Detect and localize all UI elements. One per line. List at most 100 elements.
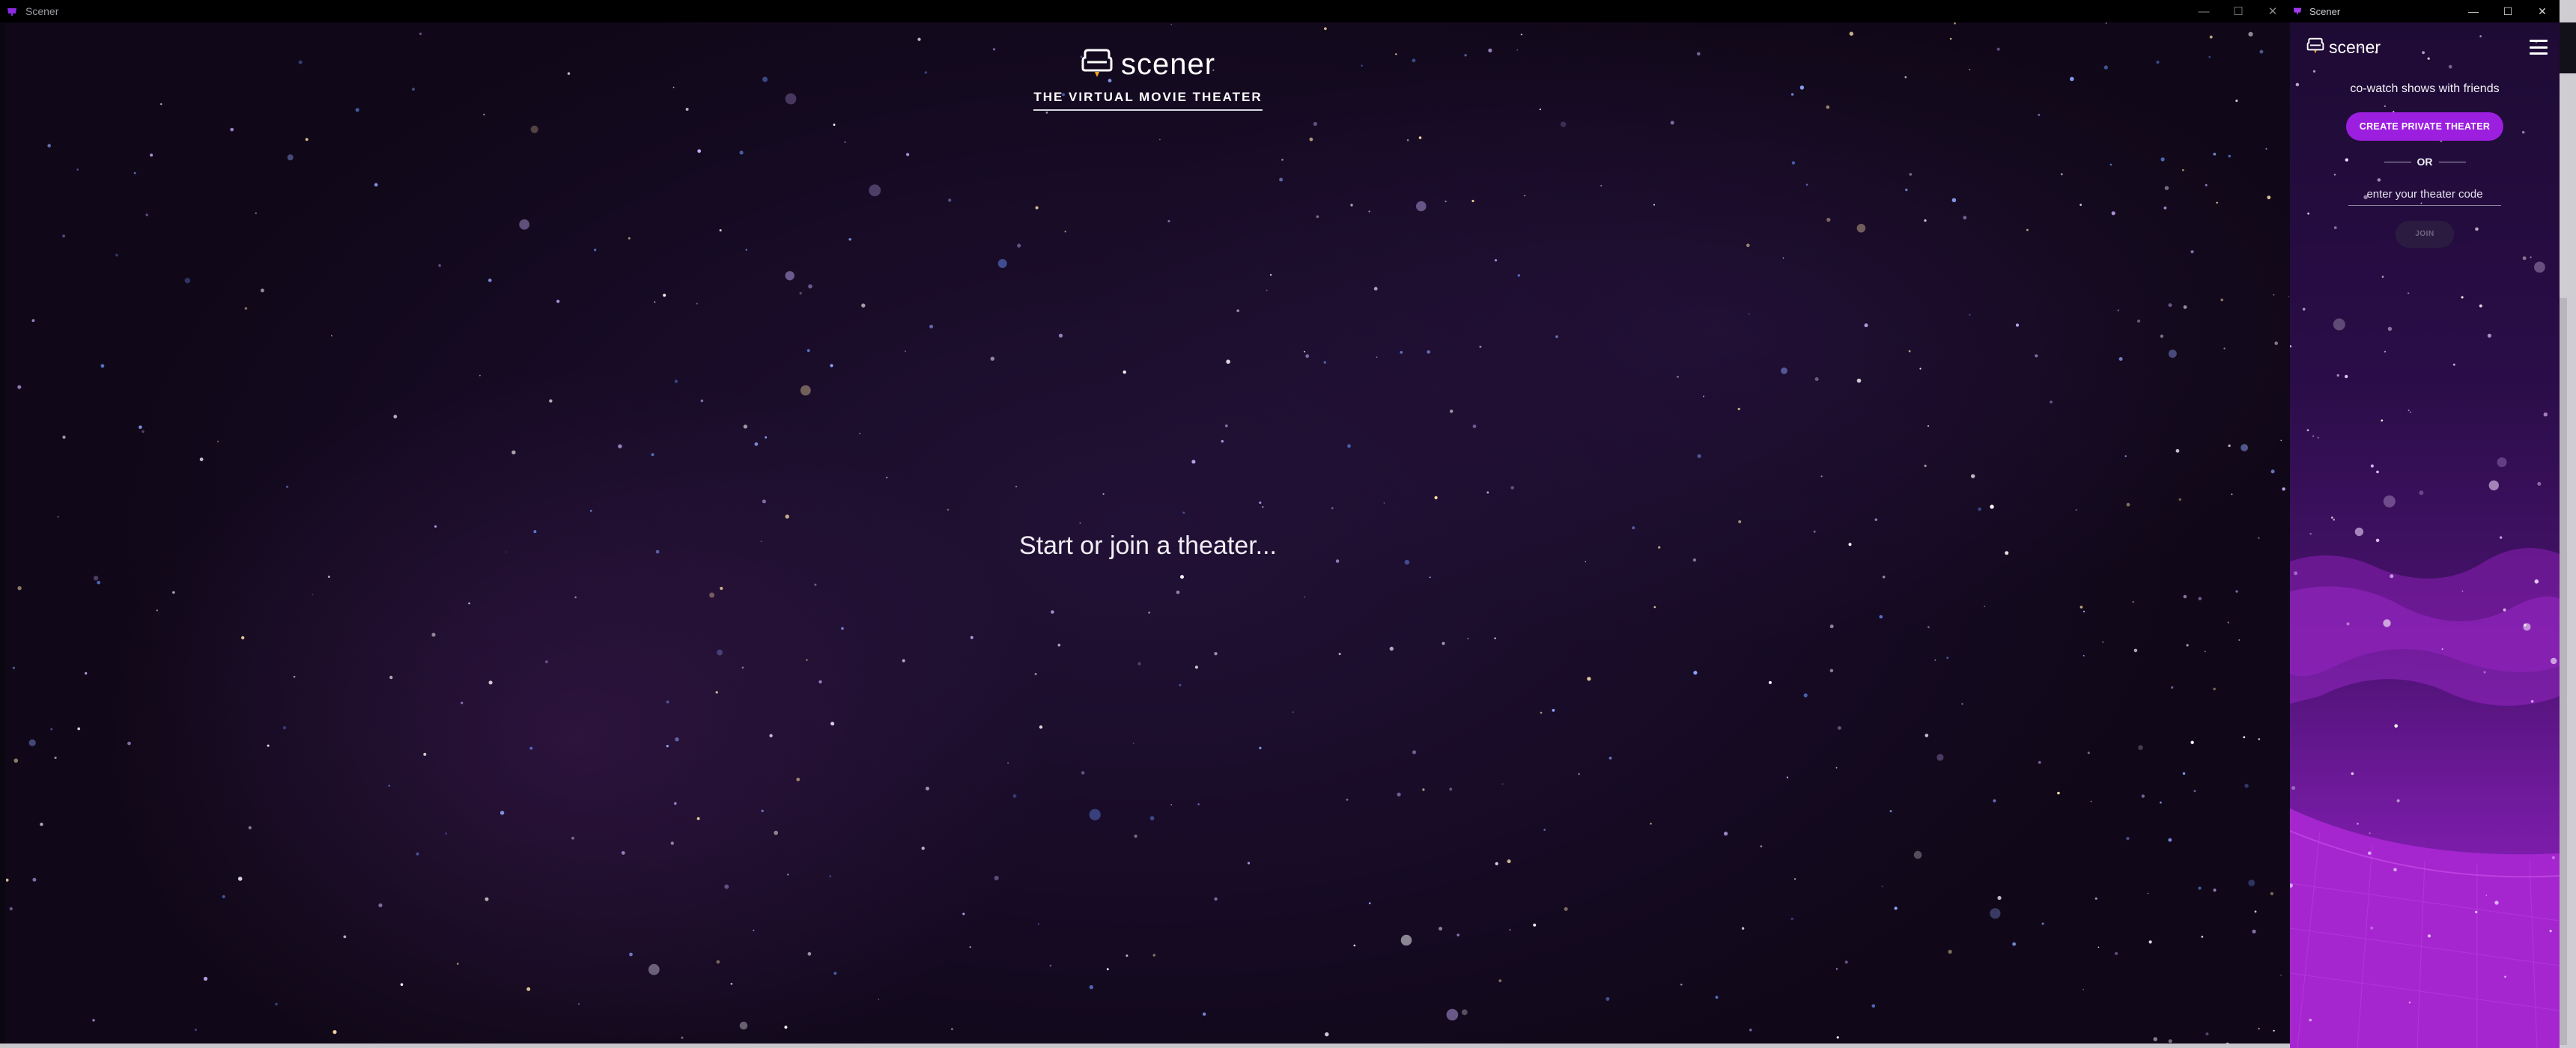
star: [2057, 791, 2060, 795]
star: [2083, 989, 2084, 990]
create-private-theater-button[interactable]: CREATE PRIVATE THEATER: [2346, 112, 2503, 141]
star: [681, 1036, 684, 1039]
star: [1909, 173, 1913, 176]
star: [1978, 508, 1981, 511]
star: [230, 127, 234, 132]
star: [85, 671, 88, 675]
star: [1693, 671, 1698, 675]
star: [700, 399, 704, 403]
star: [31, 319, 35, 323]
star: [774, 830, 778, 835]
star: [2551, 657, 2557, 665]
star: [1170, 23, 1173, 25]
star: [1829, 624, 1834, 629]
star: [1236, 309, 1240, 312]
star: [2248, 31, 2253, 37]
star: [145, 213, 148, 216]
star: [2080, 204, 2083, 206]
star: [1007, 762, 1009, 764]
star: [2126, 502, 2130, 507]
or-divider: OR: [2290, 156, 2560, 168]
star: [184, 278, 190, 284]
star: [1442, 642, 1445, 645]
star: [2522, 256, 2527, 261]
star: [1221, 439, 1224, 443]
side-scener-logo: scener: [2306, 37, 2381, 58]
star: [282, 726, 287, 730]
star: [461, 701, 464, 704]
star: [571, 836, 574, 840]
star: [886, 476, 888, 479]
close-button[interactable]: ✕: [2255, 0, 2290, 22]
star: [807, 951, 812, 956]
star: [997, 259, 1007, 268]
star: [2254, 910, 2257, 913]
join-button[interactable]: JOIN: [2396, 221, 2454, 248]
star: [28, 739, 36, 746]
star: [468, 602, 470, 605]
star: [488, 680, 493, 685]
main-header: scener THE VIRTUAL MOVIE THEATER: [6, 47, 2290, 111]
star: [1552, 709, 1555, 712]
scrollbar-thumb[interactable]: [2560, 298, 2567, 1045]
star: [1134, 834, 1137, 838]
hamburger-menu-icon[interactable]: [2530, 40, 2548, 55]
window-bottom-edge: [0, 1044, 2290, 1048]
star: [1159, 138, 1161, 141]
star: [1954, 22, 1956, 25]
star: [2396, 799, 2400, 802]
main-titlebar[interactable]: Scener — ☐ ✕: [0, 0, 2290, 22]
star: [1049, 964, 1052, 967]
side-titlebar[interactable]: Scener — ☐ ✕: [2290, 0, 2560, 22]
star: [1058, 333, 1063, 338]
star: [2488, 480, 2499, 491]
star: [2534, 261, 2545, 273]
star: [2309, 1018, 2312, 1022]
star: [1927, 424, 1930, 427]
star: [17, 385, 22, 389]
close-button[interactable]: ✕: [2525, 0, 2560, 22]
star: [1600, 185, 1603, 187]
maximize-button[interactable]: ☐: [2491, 0, 2525, 22]
star: [1585, 561, 1587, 563]
star: [1520, 33, 1523, 36]
main-window: Scener — ☐ ✕ scener THE VIRTUAL MOVIE TH: [0, 0, 2290, 1048]
star: [2354, 527, 2364, 537]
star: [1486, 491, 1489, 494]
star: [784, 1026, 788, 1029]
star: [1587, 677, 1591, 681]
star: [1427, 350, 1430, 354]
star: [926, 786, 929, 790]
star: [1400, 934, 1412, 946]
star: [1137, 662, 1141, 665]
minimize-button[interactable]: —: [2456, 0, 2491, 22]
minimize-button[interactable]: —: [2187, 0, 2221, 22]
star: [2393, 868, 2397, 872]
star: [1214, 897, 1218, 901]
star: [2126, 836, 2130, 841]
star: [133, 171, 136, 174]
theater-code-input[interactable]: [2348, 183, 2501, 206]
star: [2035, 354, 2038, 358]
star: [761, 809, 764, 813]
maximize-button[interactable]: ☐: [2221, 0, 2255, 22]
star: [1874, 518, 1877, 521]
star: [917, 37, 921, 41]
star: [93, 576, 99, 581]
star: [2133, 648, 2138, 653]
star: [848, 238, 851, 241]
star: [2375, 538, 2380, 543]
star: [921, 847, 925, 850]
star: [2205, 183, 2208, 186]
star: [666, 700, 669, 704]
star: [1738, 520, 1742, 523]
star: [1418, 136, 1422, 139]
star: [2494, 901, 2499, 905]
star: [675, 737, 679, 742]
star: [40, 823, 43, 826]
star: [445, 832, 447, 835]
star: [1837, 726, 1841, 730]
star: [1406, 138, 1409, 141]
star: [1894, 907, 1898, 910]
star: [1856, 378, 1862, 383]
